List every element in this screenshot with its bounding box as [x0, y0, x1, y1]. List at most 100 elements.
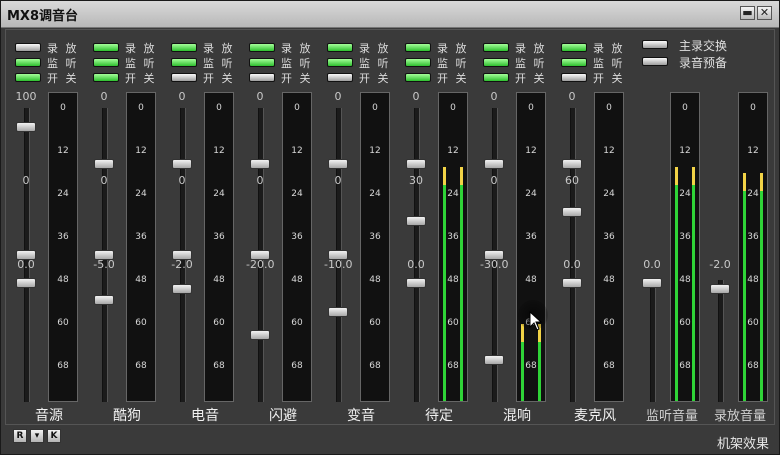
fader-knob[interactable]: [406, 216, 426, 226]
record-play-toggle[interactable]: [561, 43, 587, 52]
k-button[interactable]: K: [47, 429, 61, 443]
meter-scale-tick: 24: [369, 189, 381, 199]
meter-scale-tick: 48: [213, 275, 225, 285]
fader-knob[interactable]: [562, 278, 582, 288]
bottom-bar: R ▾ K 机架效果: [1, 427, 779, 454]
fader-value: -20.0: [246, 258, 275, 271]
minimize-button[interactable]: ▬: [740, 6, 755, 20]
level-meter: 0 12 24 36 48 60 68: [360, 92, 390, 402]
title-bar[interactable]: MX8调音台 ▬ ✕: [1, 1, 779, 28]
fader-track[interactable]: [570, 108, 576, 402]
on-off-toggle[interactable]: [561, 73, 587, 82]
record-play-toggle[interactable]: [405, 43, 431, 52]
on-off-toggle[interactable]: [15, 73, 41, 82]
meter-scale-tick: 48: [135, 275, 147, 285]
level-bar: [675, 167, 678, 401]
on-off-toggle[interactable]: [327, 73, 353, 82]
monitor-toggle[interactable]: [93, 58, 119, 67]
level-meter: 0 12 24 36 48 60 68: [204, 92, 234, 402]
record-preview-label: 录音预备: [679, 56, 728, 70]
record-play-toggle[interactable]: [483, 43, 509, 52]
fader-value: 30: [409, 174, 423, 187]
meter-scale-tick: 60: [135, 318, 147, 328]
fader-knob[interactable]: [16, 122, 36, 132]
channel-name: 音源: [35, 408, 63, 424]
fader-knob[interactable]: [172, 284, 192, 294]
meter-scale-tick: 12: [213, 146, 225, 156]
on-off-toggle[interactable]: [483, 73, 509, 82]
monitor-toggle[interactable]: [327, 58, 353, 67]
master-name: 监听音量: [645, 409, 698, 424]
on-off-toggle[interactable]: [405, 73, 431, 82]
level-bar: [460, 167, 463, 401]
master-name: 录放音量: [713, 409, 766, 424]
record-preview-toggle[interactable]: [642, 57, 668, 66]
fader-knob[interactable]: [328, 307, 348, 317]
switch-label: 开 关: [125, 72, 157, 85]
fader-knob[interactable]: [406, 159, 426, 169]
meter-scale-tick: 0: [750, 103, 756, 113]
record-play-toggle[interactable]: [15, 43, 41, 52]
rack-effects-button[interactable]: 机架效果: [717, 433, 769, 452]
on-off-toggle[interactable]: [93, 73, 119, 82]
fader-knob[interactable]: [250, 330, 270, 340]
level-bar: [760, 173, 763, 401]
fader-track[interactable]: [650, 280, 656, 402]
meter-scale-tick: 60: [603, 318, 615, 328]
fader-knob[interactable]: [710, 284, 730, 294]
record-play-toggle[interactable]: [93, 43, 119, 52]
switch-label: 录 放: [593, 42, 625, 55]
fader-knob[interactable]: [250, 159, 270, 169]
main-record-swap-toggle[interactable]: [642, 40, 668, 49]
fader-knob[interactable]: [172, 159, 192, 169]
fader-knob[interactable]: [484, 159, 504, 169]
fader-knob[interactable]: [562, 159, 582, 169]
fader-knob[interactable]: [94, 295, 114, 305]
monitor-toggle[interactable]: [483, 58, 509, 67]
close-button[interactable]: ✕: [757, 6, 772, 20]
meter-scale-tick: 0: [528, 103, 534, 113]
level-bar: [521, 324, 524, 401]
fader-knob[interactable]: [406, 278, 426, 288]
monitor-toggle[interactable]: [561, 58, 587, 67]
meter-scale-tick: 36: [213, 232, 225, 242]
r-button[interactable]: R: [13, 429, 27, 443]
fader-value: 0: [334, 174, 342, 187]
mixer-panel: 录 放监 听开 关 100 0 0.0 0 12 24 36 48 60 68 音源录 放监 听开 关…: [5, 29, 775, 425]
fader-knob[interactable]: [562, 207, 582, 217]
meter-scale-tick: 68: [135, 361, 147, 371]
fader-track[interactable]: [414, 108, 420, 402]
fader-knob[interactable]: [16, 278, 36, 288]
fader-value: 0.0: [563, 258, 581, 271]
dropdown-arrow-icon[interactable]: ▾: [30, 429, 44, 443]
fader-track[interactable]: [718, 280, 724, 402]
meter-scale-tick: 12: [369, 146, 381, 156]
fader-knob[interactable]: [642, 278, 662, 288]
record-play-toggle[interactable]: [171, 43, 197, 52]
meter-scale-tick: 12: [679, 146, 691, 156]
monitor-toggle[interactable]: [171, 58, 197, 67]
fader-knob[interactable]: [328, 159, 348, 169]
meter-scale-tick: 36: [603, 232, 615, 242]
fader-knob[interactable]: [94, 159, 114, 169]
switch-label: 监 听: [47, 57, 79, 70]
on-off-toggle[interactable]: [171, 73, 197, 82]
channel-strip: 录 放监 听开 关 0 0 -10.0 0 12 24 36 48 60 68 变音: [322, 30, 400, 426]
meter-scale-tick: 68: [369, 361, 381, 371]
meter-scale-tick: 0: [216, 103, 222, 113]
record-play-toggle[interactable]: [249, 43, 275, 52]
switch-label: 开 关: [593, 72, 625, 85]
channel-strip: 录 放监 听开 关 100 0 0.0 0 12 24 36 48 60 68 音源: [10, 30, 88, 426]
channel-name: 待定: [425, 408, 453, 424]
monitor-toggle[interactable]: [15, 58, 41, 67]
fader-value: -5.0: [93, 258, 115, 271]
monitor-toggle[interactable]: [405, 58, 431, 67]
monitor-toggle[interactable]: [249, 58, 275, 67]
record-play-toggle[interactable]: [327, 43, 353, 52]
meter-scale-tick: 0: [450, 103, 456, 113]
channel-name: 混响: [503, 408, 531, 424]
on-off-toggle[interactable]: [249, 73, 275, 82]
fader-knob[interactable]: [484, 355, 504, 365]
meter-scale-tick: 36: [369, 232, 381, 242]
switch-label: 录 放: [47, 42, 79, 55]
